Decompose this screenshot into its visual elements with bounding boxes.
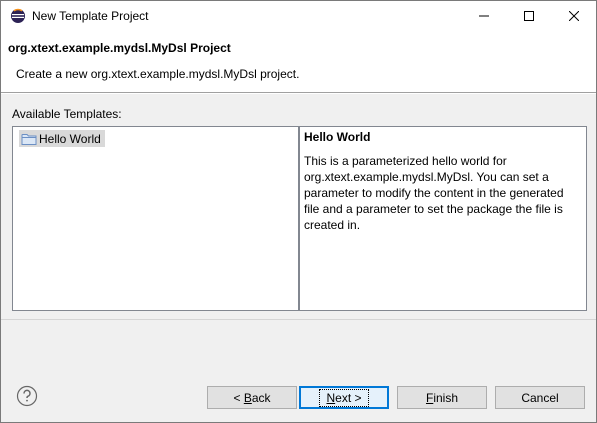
back-prefix: < bbox=[233, 390, 244, 405]
close-button[interactable] bbox=[551, 1, 596, 31]
wizard-description: Create a new org.xtext.example.mydsl.MyD… bbox=[16, 67, 300, 81]
minimize-button[interactable] bbox=[461, 1, 506, 31]
eclipse-icon bbox=[10, 8, 26, 24]
back-label-rest: ack bbox=[251, 390, 271, 405]
next-focus-ring: Next > bbox=[319, 388, 369, 407]
description-body: This is a parameterized hello world for … bbox=[304, 154, 564, 232]
new-template-project-dialog: New Template Project org.xtext.example.m… bbox=[0, 0, 597, 423]
finish-button[interactable]: Finish bbox=[397, 386, 487, 409]
next-mnemonic: N bbox=[326, 390, 336, 405]
window-title: New Template Project bbox=[32, 9, 149, 23]
available-templates-label: Available Templates: bbox=[12, 107, 122, 121]
cancel-button[interactable]: Cancel bbox=[495, 386, 585, 409]
close-icon bbox=[568, 11, 579, 21]
finish-mnemonic: F bbox=[425, 390, 434, 405]
header-divider bbox=[1, 93, 596, 94]
maximize-button[interactable] bbox=[506, 1, 551, 31]
back-button[interactable]: < Back bbox=[207, 386, 297, 409]
template-description-panel: Hello World This is a parameterized hell… bbox=[299, 126, 587, 311]
back-mnemonic: B bbox=[243, 390, 252, 405]
list-item-label: Hello World bbox=[39, 131, 101, 146]
next-button[interactable]: Next > bbox=[299, 386, 389, 409]
minimize-icon bbox=[478, 15, 489, 17]
folder-icon bbox=[21, 132, 37, 146]
help-icon bbox=[16, 385, 38, 407]
help-button[interactable] bbox=[16, 385, 38, 407]
next-label-rest: ext > bbox=[335, 390, 362, 405]
title-bar[interactable]: New Template Project bbox=[1, 1, 596, 31]
list-item-hello-world[interactable]: Hello World bbox=[19, 130, 105, 147]
finish-label-rest: inish bbox=[433, 390, 459, 405]
wizard-header: org.xtext.example.mydsl.MyDsl Project Cr… bbox=[1, 31, 596, 93]
maximize-icon bbox=[523, 11, 534, 21]
description-title: Hello World bbox=[304, 130, 371, 144]
footer-divider bbox=[1, 319, 596, 320]
templates-list[interactable]: Hello World bbox=[12, 126, 299, 311]
wizard-title: org.xtext.example.mydsl.MyDsl Project bbox=[8, 41, 231, 55]
